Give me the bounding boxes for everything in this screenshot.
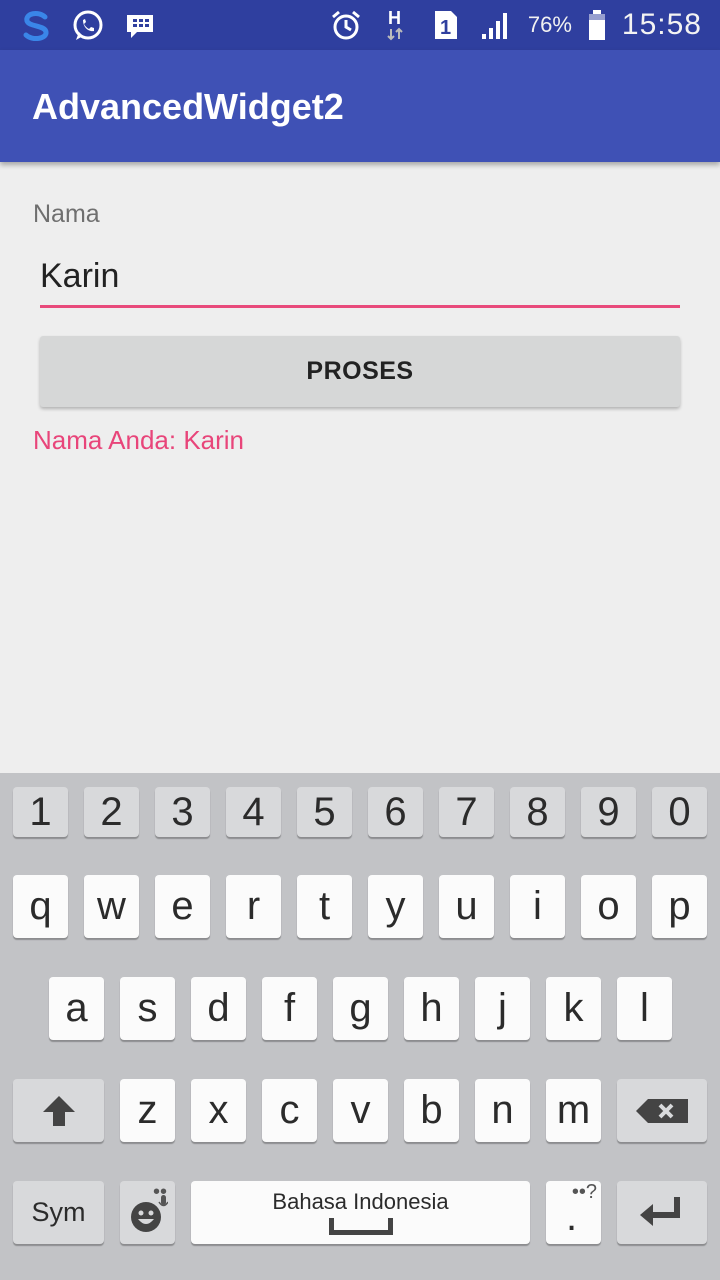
key-l[interactable]: l xyxy=(617,977,672,1040)
battery-percent: 76% xyxy=(527,12,572,37)
period-key-label: . xyxy=(566,1195,578,1239)
sym-key[interactable]: Sym xyxy=(13,1181,104,1244)
key-8[interactable]: 8 xyxy=(510,787,565,837)
key-i[interactable]: i xyxy=(510,875,565,938)
key-4[interactable]: 4 xyxy=(226,787,281,837)
key-h[interactable]: h xyxy=(404,977,459,1040)
key-b[interactable]: b xyxy=(404,1079,459,1142)
key-f[interactable]: f xyxy=(262,977,317,1040)
key-5[interactable]: 5 xyxy=(297,787,352,837)
emoji-key[interactable]: •• xyxy=(120,1181,175,1244)
key-y[interactable]: y xyxy=(368,875,423,938)
key-j[interactable]: j xyxy=(475,977,530,1040)
space-key-language: Bahasa Indonesia xyxy=(272,1189,449,1214)
name-input[interactable] xyxy=(40,254,680,308)
key-u[interactable]: u xyxy=(439,875,494,938)
sim-1-icon: 1 xyxy=(428,7,464,43)
key-1[interactable]: 1 xyxy=(13,787,68,837)
emoji-key-hint: •• xyxy=(152,1181,167,1203)
key-k[interactable]: k xyxy=(546,977,601,1040)
backspace-key[interactable] xyxy=(617,1079,707,1142)
enter-icon xyxy=(640,1196,680,1226)
shift-key[interactable] xyxy=(13,1079,104,1142)
key-6[interactable]: 6 xyxy=(368,787,423,837)
space-key[interactable]: Bahasa Indonesia xyxy=(191,1181,530,1244)
key-0[interactable]: 0 xyxy=(652,787,707,837)
shift-arrow-icon xyxy=(42,1095,75,1126)
key-w[interactable]: w xyxy=(84,875,139,938)
key-g[interactable]: g xyxy=(333,977,388,1040)
svg-text:H: H xyxy=(388,8,401,28)
key-c[interactable]: c xyxy=(262,1079,317,1142)
key-e[interactable]: e xyxy=(155,875,210,938)
period-key[interactable]: ••? . xyxy=(546,1181,601,1244)
enter-key[interactable] xyxy=(617,1181,707,1244)
key-d[interactable]: d xyxy=(191,977,246,1040)
app-title: AdvancedWidget2 xyxy=(32,86,344,127)
key-7[interactable]: 7 xyxy=(439,787,494,837)
proses-button[interactable]: PROSES xyxy=(40,336,680,407)
key-m[interactable]: m xyxy=(546,1079,601,1142)
space-bar-icon xyxy=(329,1218,393,1235)
key-2[interactable]: 2 xyxy=(84,787,139,837)
bbm-icon xyxy=(122,8,158,44)
status-bar: H 1 76% 15:58 xyxy=(0,0,720,50)
soft-keyboard: 1 2 3 4 5 6 7 8 9 0 q w e r t y u i o p … xyxy=(0,773,720,1280)
svg-text:1: 1 xyxy=(440,17,451,39)
name-label: Nama xyxy=(33,200,100,228)
key-v[interactable]: v xyxy=(333,1079,388,1142)
key-s[interactable]: s xyxy=(120,977,175,1040)
key-3[interactable]: 3 xyxy=(155,787,210,837)
battery-icon xyxy=(586,7,608,43)
app-toolbar: AdvancedWidget2 xyxy=(0,50,720,162)
swype-icon xyxy=(18,8,54,44)
key-n[interactable]: n xyxy=(475,1079,530,1142)
alarm-icon xyxy=(328,7,364,43)
key-p[interactable]: p xyxy=(652,875,707,938)
key-x[interactable]: x xyxy=(191,1079,246,1142)
key-z[interactable]: z xyxy=(120,1079,175,1142)
key-q[interactable]: q xyxy=(13,875,68,938)
backspace-icon xyxy=(636,1098,688,1123)
key-r[interactable]: r xyxy=(226,875,281,938)
signal-icon xyxy=(478,7,514,43)
key-9[interactable]: 9 xyxy=(581,787,636,837)
key-o[interactable]: o xyxy=(581,875,636,938)
whatsapp-icon xyxy=(70,8,106,44)
key-a[interactable]: a xyxy=(49,977,104,1040)
network-h-icon: H xyxy=(378,7,414,43)
key-t[interactable]: t xyxy=(297,875,352,938)
clock: 15:58 xyxy=(621,8,702,41)
result-text: Nama Anda: Karin xyxy=(33,425,245,455)
